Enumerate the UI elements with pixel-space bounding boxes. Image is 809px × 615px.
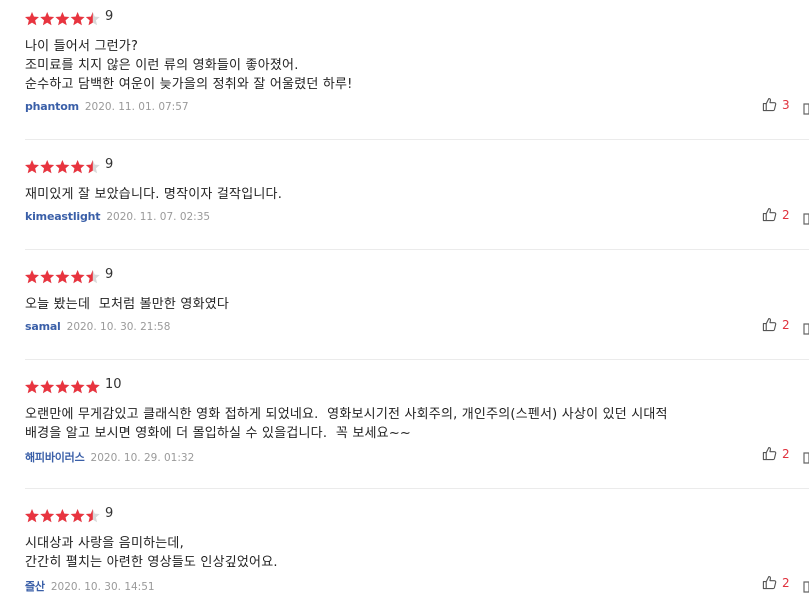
like-button[interactable]: 2 xyxy=(762,575,790,590)
rating-score: 9 xyxy=(105,267,114,282)
review-divider xyxy=(25,359,809,360)
review-text-line: 시대상과 사랑을 음미하는데, xyxy=(25,536,184,551)
review-meta: kimeastlight 2020. 11. 07. 02:35 xyxy=(25,210,210,223)
like-button[interactable]: 3 xyxy=(762,97,790,112)
star-filled-icon xyxy=(40,12,55,26)
rating-score: 9 xyxy=(105,9,114,24)
review-text-line: 오늘 봤는데 모처럼 볼만한 영화였다 xyxy=(25,297,230,312)
star-rating xyxy=(25,12,101,26)
review-author[interactable]: phantom xyxy=(25,100,79,113)
like-button[interactable]: 2 xyxy=(762,317,790,332)
star-filled-icon xyxy=(55,12,70,26)
star-filled-icon xyxy=(70,509,85,523)
review-meta: samal 2020. 10. 30. 21:58 xyxy=(25,320,170,333)
star-rating xyxy=(25,270,101,284)
like-button[interactable]: 2 xyxy=(762,446,790,461)
review-author[interactable]: samal xyxy=(25,320,61,333)
star-filled-icon xyxy=(70,270,85,284)
star-filled-icon xyxy=(55,380,70,394)
star-filled-icon xyxy=(55,160,70,174)
star-filled-icon xyxy=(40,380,55,394)
review-text-line: 나이 들어서 그런가? xyxy=(25,39,139,54)
thumbs-up-icon xyxy=(762,575,777,590)
review-meta: 해피바이러스 2020. 10. 29. 01:32 xyxy=(25,449,194,465)
review-text-line: 간간히 펼치는 아련한 영상들도 인상깊었어요. xyxy=(25,555,278,570)
review-date: 2020. 10. 29. 01:32 xyxy=(90,452,195,464)
thumbs-up-icon xyxy=(762,207,777,222)
review-meta: 즐산 2020. 10. 30. 14:51 xyxy=(25,578,155,594)
review-meta: phantom 2020. 11. 01. 07:57 xyxy=(25,100,189,113)
more-icon[interactable] xyxy=(803,100,809,115)
star-filled-icon xyxy=(25,160,39,174)
review-divider xyxy=(25,488,809,489)
star-filled-icon xyxy=(55,509,70,523)
review-date: 2020. 10. 30. 21:58 xyxy=(66,321,171,333)
star-rating xyxy=(25,380,101,394)
review-author[interactable]: kimeastlight xyxy=(25,210,101,223)
review-text-line: 재미있게 잘 보았습니다. 명작이자 걸작입니다. xyxy=(25,187,283,202)
star-filled-icon xyxy=(40,160,55,174)
rating-score: 10 xyxy=(105,377,122,392)
review-date: 2020. 11. 07. 02:35 xyxy=(106,211,211,223)
review-text-line: 배경을 알고 보시면 영화에 더 몰입하실 수 있을겁니다. 꼭 보세요~~ xyxy=(25,426,412,441)
review-text-line: 순수하고 담백한 여운이 늦가을의 정취와 잘 어울렸던 하루! xyxy=(25,77,353,92)
like-count: 2 xyxy=(782,575,790,590)
more-icon[interactable] xyxy=(803,210,809,225)
review-date: 2020. 10. 30. 14:51 xyxy=(50,581,155,593)
thumbs-up-icon xyxy=(762,317,777,332)
star-rating xyxy=(25,509,101,523)
star-filled-icon xyxy=(25,270,39,284)
review-text-line: 조미료를 치지 않은 이런 류의 영화들이 좋아졌어. xyxy=(25,58,299,73)
more-icon[interactable] xyxy=(803,449,809,464)
like-button[interactable]: 2 xyxy=(762,207,790,222)
star-filled-icon xyxy=(70,380,85,394)
more-icon[interactable] xyxy=(803,320,809,335)
star-filled-icon xyxy=(25,12,39,26)
like-count: 2 xyxy=(782,317,790,332)
rating-score: 9 xyxy=(105,506,114,521)
thumbs-up-icon xyxy=(762,97,777,112)
rating-score: 9 xyxy=(105,157,114,172)
review-text-line: 오랜만에 무게감있고 클래식한 영화 접하게 되었네요. 영화보시기전 사회주의… xyxy=(25,407,668,422)
star-filled-icon xyxy=(40,270,55,284)
star-filled-icon xyxy=(25,509,39,523)
star-filled-icon xyxy=(55,270,70,284)
more-icon[interactable] xyxy=(803,578,809,593)
review-author[interactable]: 해피바이러스 xyxy=(25,451,85,464)
star-filled-icon xyxy=(70,160,85,174)
star-filled-icon xyxy=(85,380,100,394)
like-count: 3 xyxy=(782,97,790,112)
review-date: 2020. 11. 01. 07:57 xyxy=(84,101,189,113)
star-filled-icon xyxy=(25,380,39,394)
star-rating xyxy=(25,160,101,174)
review-divider xyxy=(25,249,809,250)
like-count: 2 xyxy=(782,207,790,222)
like-count: 2 xyxy=(782,446,790,461)
review-author[interactable]: 즐산 xyxy=(25,580,45,593)
star-filled-icon xyxy=(40,509,55,523)
star-filled-icon xyxy=(70,12,85,26)
thumbs-up-icon xyxy=(762,446,777,461)
review-divider xyxy=(25,139,809,140)
